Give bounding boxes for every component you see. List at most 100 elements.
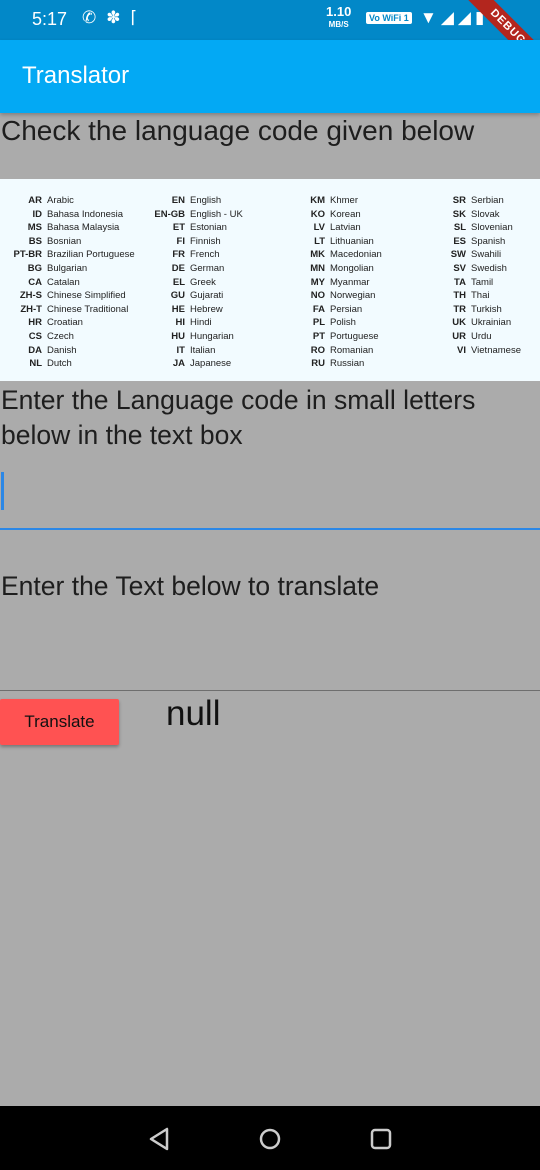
language-row: KM Khmer [300, 194, 382, 208]
language-row: SK Slovak [446, 208, 521, 222]
language-name: Finnish [190, 235, 221, 247]
language-code: PL [312, 317, 325, 329]
language-code: NO [310, 290, 325, 302]
language-code: FI [176, 235, 185, 247]
language-code: SW [450, 249, 466, 261]
language-row: IT Italian [148, 344, 243, 358]
language-row: PT-BR Brazilian Portuguese [0, 248, 135, 262]
language-row: MS Bahasa Malaysia [0, 221, 135, 235]
language-row: ZH-T Chinese Traditional [0, 303, 135, 317]
language-column-4: SR Serbian SK Slovak SL Slovenian ES Spanish SW S… [446, 194, 521, 357]
language-name: Khmer [330, 195, 358, 206]
language-row: RU Russian [300, 357, 382, 371]
language-column-3: KM Khmer KO Korean LV Latvian LT Lithuanian MK Ma… [300, 194, 382, 371]
language-name: Russian [330, 358, 365, 370]
language-code: ZH-T [20, 303, 42, 315]
language-name: Slovenian [471, 222, 513, 234]
language-row: TA Tamil [446, 276, 521, 290]
language-name: Catalan [47, 276, 80, 288]
language-name: Bosnian [47, 235, 82, 247]
language-code: JA [172, 358, 185, 370]
language-row: SW Swahili [446, 248, 521, 262]
language-name: Polish [330, 317, 356, 329]
language-code: TR [453, 303, 466, 315]
language-row: CA Catalan [0, 276, 135, 290]
text-cursor [1, 472, 4, 510]
language-row: MY Myanmar [300, 276, 382, 290]
language-code-field[interactable] [0, 462, 540, 530]
language-code: KO [310, 208, 325, 220]
language-name: Gujarati [190, 290, 224, 302]
language-name: Swedish [471, 262, 507, 274]
check-language-heading: Check the language code given below [1, 115, 475, 146]
status-notification-icons: ✆ ✽ ⌈ [82, 8, 137, 28]
language-name: Spanish [471, 235, 506, 247]
language-code-table-image: AR Arabic ID Bahasa Indonesia MS Bahasa Malay… [0, 179, 540, 381]
language-code: UK [452, 317, 466, 329]
language-row: KO Korean [300, 208, 382, 222]
language-row: NL Dutch [0, 357, 135, 371]
language-name: Ukrainian [471, 317, 512, 329]
network-speed-unit: MB/S [328, 20, 349, 29]
language-name: Latvian [330, 222, 361, 234]
language-row: DA Danish [0, 344, 135, 358]
back-icon[interactable] [145, 1124, 175, 1154]
language-name: Estonian [190, 222, 227, 234]
app-bar: Translator [0, 40, 540, 113]
language-row: ID Bahasa Indonesia [0, 208, 135, 222]
language-name: Chinese Simplified [47, 290, 126, 302]
language-code: TA [454, 276, 466, 288]
recents-icon[interactable] [366, 1124, 396, 1154]
translate-text-field[interactable] [0, 612, 540, 691]
language-row: HR Croatian [0, 316, 135, 330]
language-name: Brazilian Portuguese [47, 249, 135, 261]
language-code: HE [171, 303, 185, 315]
language-row: PL Polish [300, 316, 382, 330]
language-name: Swahili [471, 249, 502, 261]
language-name: Portuguese [330, 330, 379, 342]
language-name: Japanese [190, 358, 232, 370]
language-row: MK Macedonian [300, 248, 382, 262]
language-name: Myanmar [330, 276, 370, 288]
whatsapp-icon: ✆ [82, 8, 97, 27]
language-row: EN English [148, 194, 243, 208]
language-column-2: EN English EN-GB English - UK ET Estonian FI Fi… [148, 194, 243, 371]
language-code: MK [310, 249, 325, 261]
language-code: DA [28, 344, 42, 356]
language-name: French [190, 249, 220, 261]
language-code: SV [453, 262, 466, 274]
language-name: Hebrew [190, 303, 223, 315]
language-code-input[interactable] [0, 462, 540, 522]
home-icon[interactable] [255, 1124, 285, 1154]
translate-text-input[interactable] [0, 612, 540, 688]
language-row: FI Finnish [148, 235, 243, 249]
language-row: SR Serbian [446, 194, 521, 208]
language-row: CS Czech [0, 330, 135, 344]
language-name: English - UK [190, 208, 243, 220]
language-name: Croatian [47, 317, 83, 329]
language-name: Tamil [471, 276, 494, 288]
translate-button[interactable]: Translate [0, 699, 119, 745]
language-row: UK Ukrainian [446, 316, 521, 330]
language-name: Bulgarian [47, 262, 88, 274]
system-nav-bar [0, 1106, 540, 1170]
language-code: RU [311, 358, 325, 370]
language-code: MS [27, 222, 42, 234]
language-row: ES Spanish [446, 235, 521, 249]
language-name: Arabic [47, 195, 74, 206]
language-column-1: AR Arabic ID Bahasa Indonesia MS Bahasa Malay… [0, 194, 135, 371]
language-code: BS [28, 235, 42, 247]
language-code: DE [171, 262, 185, 274]
language-code: CA [28, 276, 42, 288]
language-name: Bahasa Indonesia [47, 208, 124, 220]
language-name: Hungarian [190, 330, 234, 342]
language-row: HI Hindi [148, 316, 243, 330]
language-code: MN [310, 262, 325, 274]
language-code: LT [314, 235, 325, 247]
language-code: PT-BR [13, 249, 43, 261]
language-code: VI [457, 344, 466, 356]
language-code: SK [452, 208, 466, 220]
language-row: UR Urdu [446, 330, 521, 344]
bulb-icon: ✽ [106, 8, 121, 27]
translation-result: null [166, 694, 221, 733]
